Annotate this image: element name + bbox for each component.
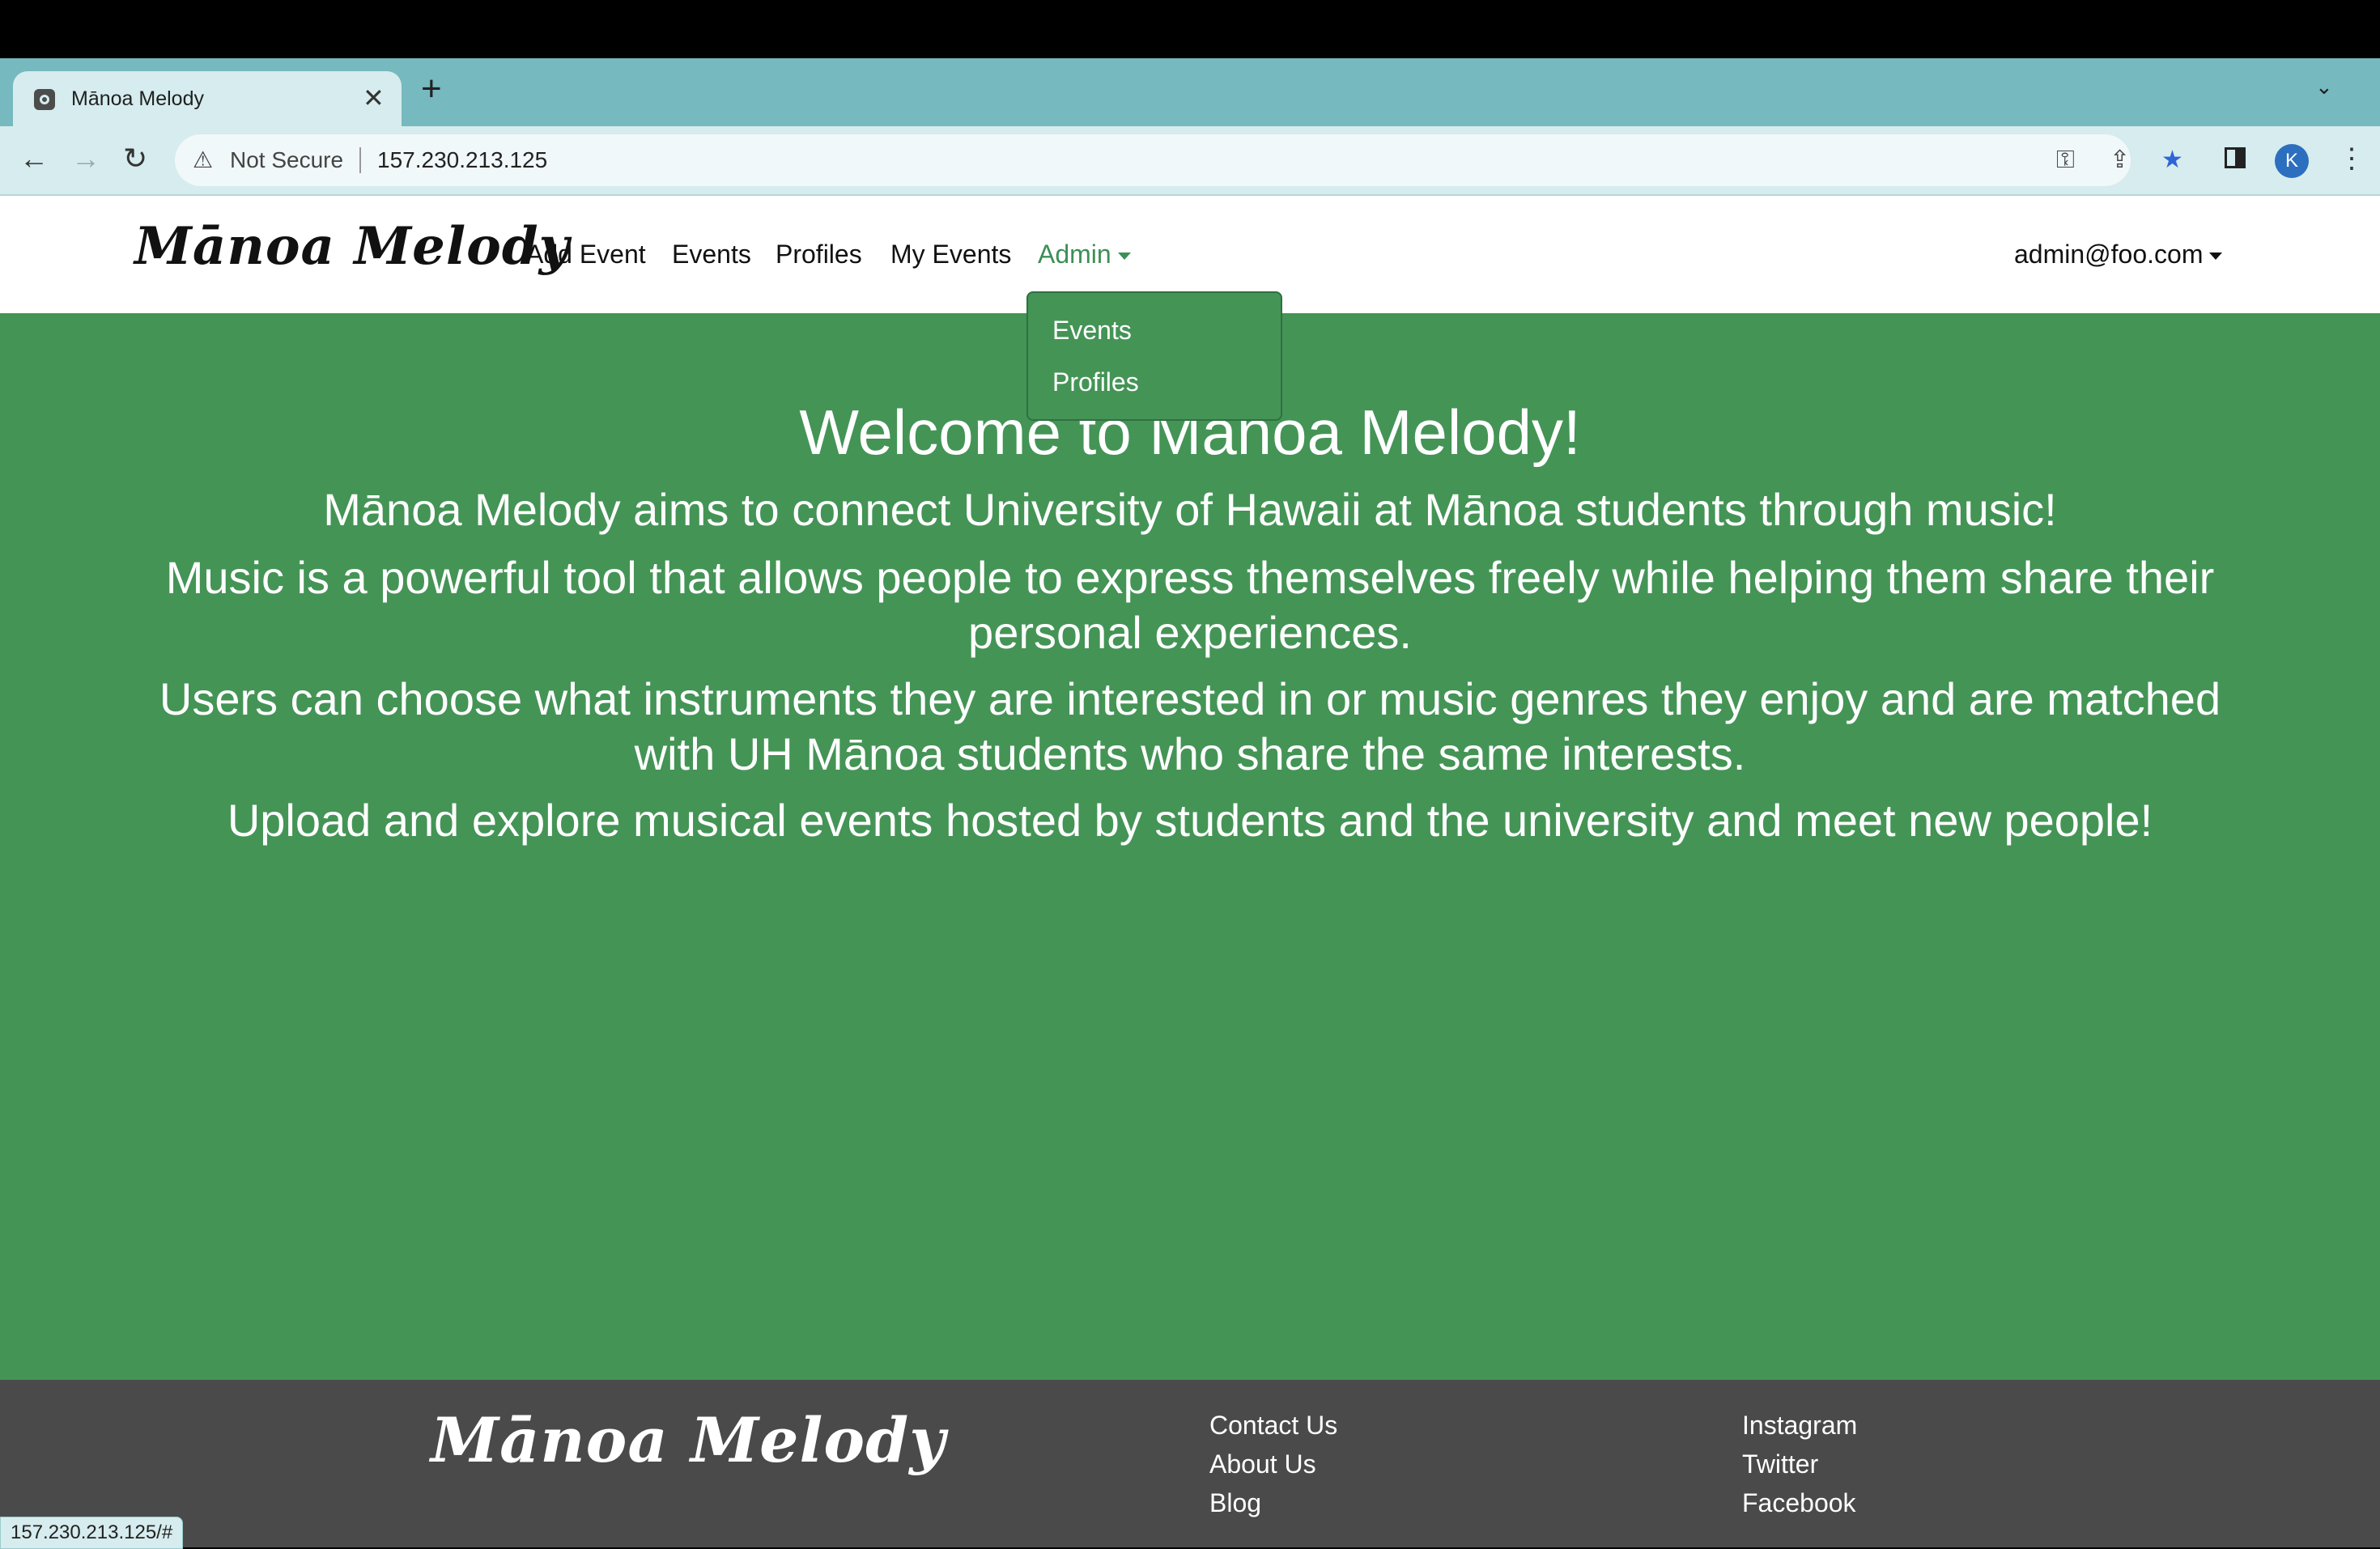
- tab-title: Mānoa Melody: [71, 87, 204, 110]
- nav-link-events[interactable]: Events: [672, 236, 751, 272]
- site-footer: [0, 1380, 2380, 1547]
- forward-icon[interactable]: →: [71, 142, 100, 175]
- key-icon[interactable]: ⚿: [2056, 146, 2075, 175]
- footer-link-facebook[interactable]: Facebook: [1742, 1484, 1856, 1521]
- side-panel-icon[interactable]: [2225, 147, 2246, 168]
- security-label[interactable]: Not Secure: [230, 146, 343, 175]
- chevron-down-icon[interactable]: ⌄: [2315, 74, 2333, 100]
- intro-paragraph: Mānoa Melody aims to connect University …: [323, 484, 2057, 535]
- screen-top-bar: [0, 0, 2380, 58]
- new-tab-icon[interactable]: +: [421, 71, 442, 107]
- bookmark-star-icon[interactable]: ★: [2161, 146, 2183, 175]
- admin-dropdown-menu: [1026, 291, 1282, 421]
- footer-link-blog[interactable]: Blog: [1209, 1484, 1261, 1521]
- address-separator: [359, 147, 361, 173]
- footer-link-contact[interactable]: Contact Us: [1209, 1407, 1337, 1444]
- admin-dropdown-toggle[interactable]: Admin: [1038, 236, 1131, 272]
- admin-menu-item-events[interactable]: Events: [1052, 312, 1132, 348]
- brand-logo[interactable]: Mānoa Melody: [134, 212, 570, 282]
- nav-link-my-events[interactable]: My Events: [890, 236, 1011, 272]
- events-paragraph: Upload and explore musical events hosted…: [227, 795, 2153, 846]
- reload-icon[interactable]: ↻: [123, 142, 147, 175]
- user-email: admin@foo.com: [2014, 240, 2204, 269]
- admin-label: Admin: [1038, 240, 1111, 269]
- status-bar-url: 157.230.213.125/#: [0, 1517, 184, 1549]
- url-text[interactable]: 157.230.213.125: [377, 146, 547, 175]
- footer-link-instagram[interactable]: Instagram: [1742, 1407, 1857, 1444]
- admin-menu-item-profiles[interactable]: Profiles: [1052, 364, 1139, 400]
- back-icon[interactable]: ←: [19, 142, 49, 175]
- matching-paragraph: Users can choose what instruments they a…: [159, 673, 2221, 779]
- nav-link-add-event[interactable]: Add Event: [526, 236, 646, 272]
- music-paragraph: Music is a powerful tool that allows peo…: [165, 552, 2215, 658]
- nav-link-profiles[interactable]: Profiles: [776, 236, 862, 272]
- warning-icon[interactable]: ⚠: [193, 147, 213, 173]
- close-icon[interactable]: ✕: [363, 84, 385, 112]
- footer-link-about[interactable]: About Us: [1209, 1445, 1316, 1483]
- footer-link-twitter[interactable]: Twitter: [1742, 1445, 1818, 1483]
- user-dropdown-toggle[interactable]: admin@foo.com: [2014, 236, 2223, 272]
- favicon-icon: [34, 89, 55, 110]
- more-menu-icon[interactable]: ⋮: [2338, 142, 2365, 175]
- browser-tab[interactable]: Mānoa Melody ✕: [13, 71, 402, 126]
- profile-avatar[interactable]: K: [2275, 144, 2309, 178]
- share-icon[interactable]: ⇪: [2110, 146, 2130, 175]
- caret-down-icon: [2209, 253, 2223, 260]
- footer-brand-logo: Mānoa Melody: [431, 1404, 946, 1476]
- caret-down-icon: [1117, 253, 1131, 260]
